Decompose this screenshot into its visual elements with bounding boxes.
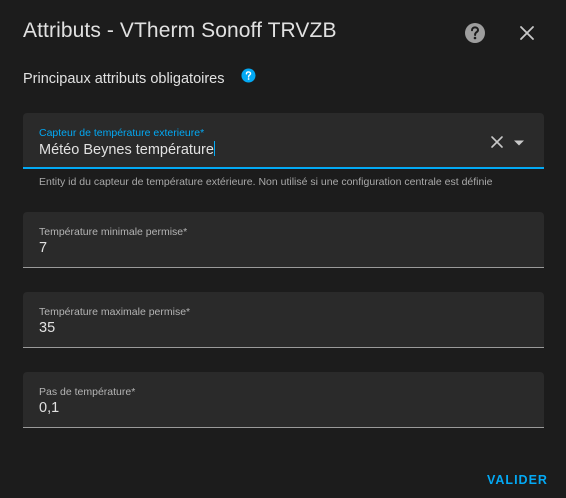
- min-temp-field[interactable]: Température minimale permise* 7: [23, 212, 544, 268]
- outdoor-sensor-input[interactable]: Météo Beynes température: [39, 141, 215, 158]
- help-button[interactable]: [462, 20, 488, 46]
- dialog: Attributs - VTherm Sonoff TRVZB Principa…: [0, 0, 566, 498]
- info-icon[interactable]: [241, 68, 256, 83]
- temp-step-input[interactable]: 0,1: [39, 400, 59, 416]
- min-temp-label: Température minimale permise*: [39, 226, 188, 238]
- max-temp-input[interactable]: 35: [39, 320, 55, 336]
- close-icon: [520, 26, 534, 40]
- temp-step-label: Pas de température*: [39, 386, 136, 398]
- min-temp-input[interactable]: 7: [39, 240, 47, 256]
- max-temp-field[interactable]: Température maximale permise* 35: [23, 292, 544, 348]
- max-temp-label: Température maximale permise*: [39, 306, 191, 318]
- chevron-down-icon[interactable]: [513, 139, 525, 147]
- section-title: Principaux attributs obligatoires: [23, 71, 225, 87]
- dialog-title: Attributs - VTherm Sonoff TRVZB: [23, 19, 337, 42]
- help-circle-icon: [465, 23, 485, 43]
- text-caret: [213, 141, 215, 156]
- outdoor-sensor-field[interactable]: Capteur de température exterieure* Météo…: [23, 113, 544, 169]
- clear-icon[interactable]: [490, 135, 504, 149]
- outdoor-sensor-value: Météo Beynes température: [39, 142, 214, 158]
- temp-step-field[interactable]: Pas de température* 0,1: [23, 372, 544, 428]
- outdoor-sensor-helper: Entity id du capteur de température exté…: [39, 176, 493, 188]
- close-button[interactable]: [514, 20, 540, 46]
- outdoor-sensor-label: Capteur de température exterieure*: [39, 127, 205, 139]
- submit-button[interactable]: VALIDER: [487, 473, 548, 487]
